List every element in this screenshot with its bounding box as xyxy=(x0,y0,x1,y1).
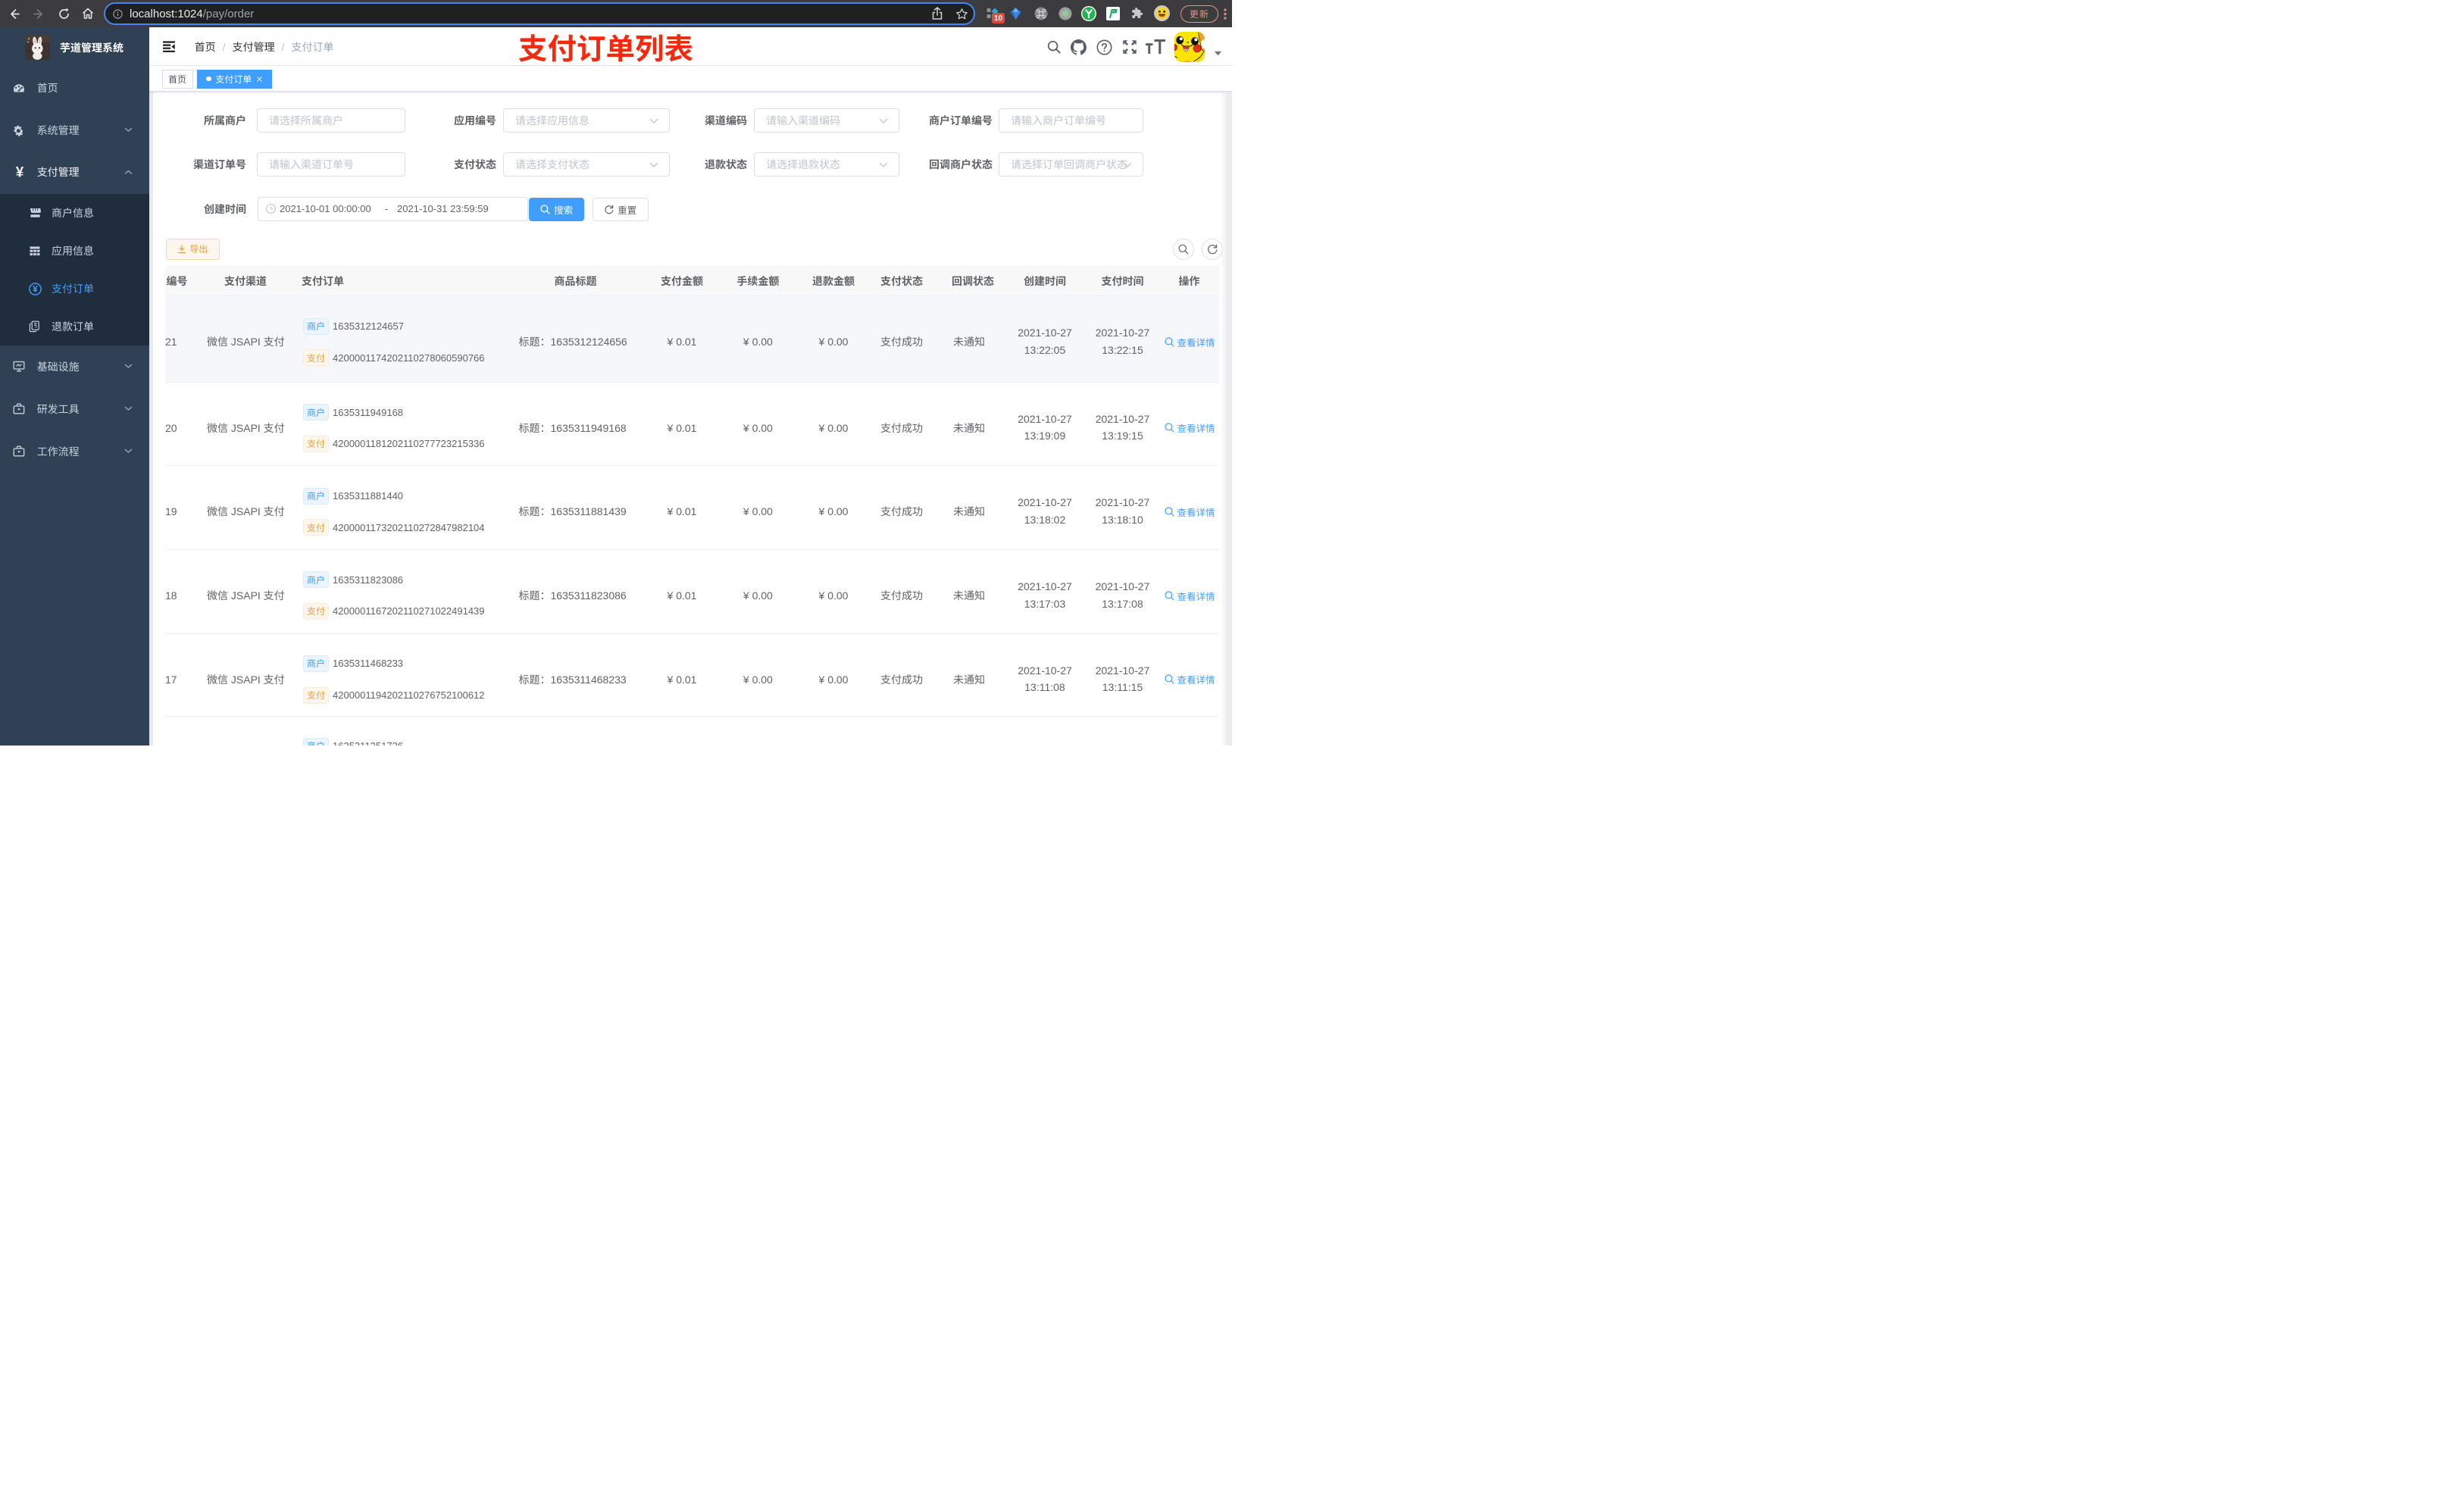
svg-text:¥: ¥ xyxy=(33,285,38,294)
svg-text:¥: ¥ xyxy=(16,165,24,180)
